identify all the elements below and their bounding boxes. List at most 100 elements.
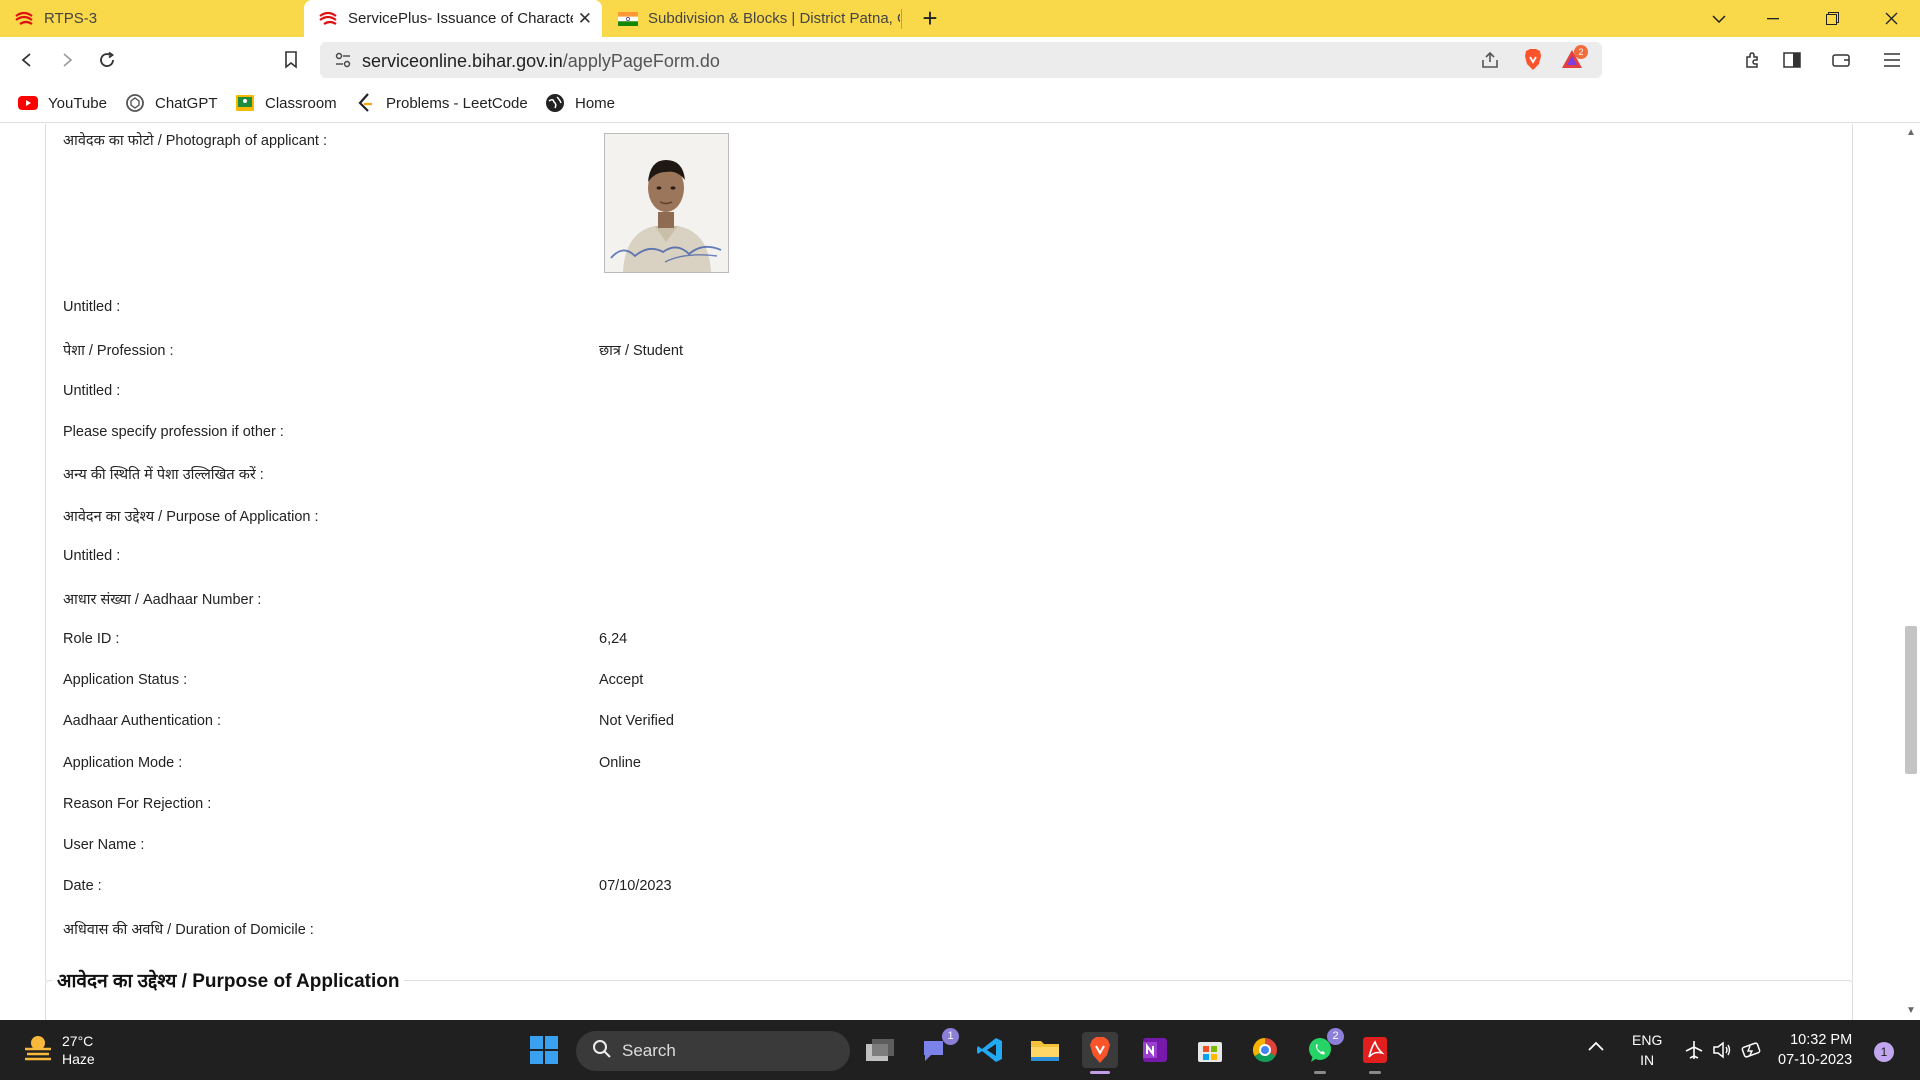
application-status-value: Accept: [599, 672, 644, 688]
language-code: ENG: [1632, 1032, 1663, 1048]
restore-button[interactable]: [1809, 0, 1855, 37]
bookmark-label: Classroom: [265, 94, 337, 112]
bookmarks-bar: YouTube ChatGPT Classroom Problems - Lee…: [0, 83, 1920, 123]
purpose-section: आवेदन का उद्देश्य / Purpose of Applicati…: [45, 967, 1853, 1020]
share-icon[interactable]: [1480, 50, 1500, 75]
minimize-button[interactable]: [1750, 0, 1796, 37]
tab-serviceplus[interactable]: ServicePlus- Issuance of Characte ✕: [304, 0, 602, 37]
volume-icon[interactable]: [1712, 1040, 1732, 1063]
bookmark-label: YouTube: [48, 94, 107, 112]
scroll-down-icon[interactable]: ▼: [1906, 1006, 1916, 1016]
weather-widget[interactable]: 27°C Haze: [22, 1032, 95, 1068]
close-tab-icon[interactable]: ✕: [578, 9, 592, 29]
whatsapp-icon[interactable]: 2: [1302, 1028, 1344, 1074]
teams-chat-icon[interactable]: 1: [917, 1028, 959, 1068]
tab-subdivision[interactable]: Subdivision & Blocks | District Patna, G: [604, 0, 902, 37]
start-button[interactable]: [526, 1032, 562, 1068]
show-hidden-icons-chevron-icon[interactable]: [1588, 1038, 1604, 1054]
chrome-icon[interactable]: [1247, 1032, 1283, 1068]
field-label: Application Mode :: [63, 755, 183, 771]
page-content: आवेदक का फोटो / Photograph of applicant …: [0, 124, 1920, 1020]
bookmark-classroom[interactable]: Classroom: [235, 91, 337, 115]
url-path: /applyPageForm.do: [562, 51, 720, 71]
field-label: Untitled :: [63, 383, 121, 399]
field-label: User Name :: [63, 837, 145, 853]
field-label: Please specify profession if other :: [63, 424, 284, 440]
running-indicator: [1090, 1071, 1110, 1074]
weather-temperature: 27°C: [62, 1033, 94, 1049]
scrollbar-thumb[interactable]: [1905, 626, 1917, 774]
bookmark-label: ChatGPT: [155, 94, 218, 112]
new-tab-button[interactable]: +: [916, 4, 944, 32]
rewards-badge: 2: [1574, 45, 1588, 59]
back-button[interactable]: [12, 45, 42, 75]
onenote-icon[interactable]: [1137, 1032, 1173, 1068]
field-label: अधिवास की अवधि / Duration of Domicile :: [63, 922, 314, 938]
leetcode-icon: [356, 93, 376, 113]
wallet-icon[interactable]: [1826, 45, 1856, 75]
tab-separator: [901, 9, 902, 29]
field-label: आवेदन का उद्देश्य / Purpose of Applicati…: [63, 509, 319, 525]
brave-shields-icon[interactable]: [1523, 48, 1543, 77]
application-mode-value: Online: [599, 755, 641, 771]
brave-browser-icon[interactable]: [1082, 1032, 1118, 1074]
url-host: serviceonline.bihar.gov.in: [362, 51, 563, 71]
vscode-icon[interactable]: [972, 1032, 1008, 1068]
sidebar-icon[interactable]: [1777, 45, 1807, 75]
system-clock[interactable]: 10:32 PM 07-10-2023: [1778, 1030, 1852, 1070]
profession-value: छात्र / Student: [599, 343, 683, 359]
acrobat-icon[interactable]: [1357, 1032, 1393, 1074]
section-title: आवेदन का उद्देश्य / Purpose of Applicati…: [52, 967, 405, 993]
application-details-panel: [45, 124, 1853, 984]
weather-description: Haze: [62, 1051, 95, 1067]
field-label: Application Status :: [63, 672, 188, 688]
bookmark-label: Home: [575, 94, 616, 112]
address-bar[interactable]: serviceonline.bihar.gov.in/applyPageForm…: [320, 42, 1602, 78]
bookmark-chatgpt[interactable]: ChatGPT: [125, 91, 218, 115]
forward-button[interactable]: [52, 45, 82, 75]
running-indicator: [1369, 1071, 1381, 1074]
file-explorer-icon[interactable]: [1027, 1032, 1063, 1068]
youtube-icon: [18, 93, 38, 113]
search-icon: [592, 1039, 612, 1064]
role-id-value: 6,24: [599, 631, 628, 647]
tab-title: Subdivision & Blocks | District Patna, G: [648, 10, 900, 27]
chatgpt-icon: [125, 93, 145, 113]
close-window-button[interactable]: [1868, 0, 1914, 37]
tab-search-chevron-icon[interactable]: [1696, 0, 1742, 37]
bookmark-leetcode[interactable]: Problems - LeetCode: [356, 91, 528, 115]
language-indicator[interactable]: ENG IN: [1632, 1030, 1662, 1070]
field-label: Aadhaar Authentication :: [63, 713, 222, 729]
site-info-icon[interactable]: [334, 51, 352, 74]
region-code: IN: [1640, 1052, 1655, 1068]
field-label: पेशा / Profession :: [63, 343, 174, 359]
bookmark-label: Problems - LeetCode: [386, 94, 528, 112]
scroll-up-icon[interactable]: ▲: [1906, 128, 1916, 138]
notification-badge: 2: [1327, 1028, 1344, 1045]
clock-date: 07-10-2023: [1778, 1052, 1853, 1068]
field-label: अन्य की स्थिति में पेशा उल्लिखित करें :: [63, 467, 264, 483]
tab-rtps3[interactable]: RTPS-3: [0, 0, 300, 37]
haze-icon: [22, 1033, 54, 1068]
field-label: Role ID :: [63, 631, 120, 647]
notification-center-badge[interactable]: 1: [1874, 1042, 1894, 1062]
brave-rewards-icon[interactable]: 2: [1560, 45, 1590, 72]
extensions-icon[interactable]: [1738, 45, 1768, 75]
india-flag-icon: [618, 9, 638, 29]
taskbar-search[interactable]: Search: [576, 1031, 850, 1071]
task-view-icon[interactable]: [862, 1032, 898, 1068]
field-label: Untitled :: [63, 548, 121, 564]
airplane-mode-icon[interactable]: [1684, 1040, 1704, 1063]
microsoft-store-icon[interactable]: [1192, 1032, 1228, 1068]
bookmark-youtube[interactable]: YouTube: [18, 91, 107, 115]
date-value: 07/10/2023: [599, 878, 672, 894]
globe-icon: [545, 93, 565, 113]
page-scrollbar[interactable]: ▲ ▼: [1902, 124, 1920, 1020]
notification-badge: 1: [942, 1028, 959, 1045]
bookmark-icon[interactable]: [276, 45, 306, 75]
reload-button[interactable]: [92, 45, 122, 75]
bookmark-home[interactable]: Home: [545, 91, 615, 115]
clock-time: 10:32 PM: [1790, 1032, 1853, 1048]
battery-icon[interactable]: [1740, 1040, 1762, 1063]
menu-icon[interactable]: [1877, 45, 1907, 75]
